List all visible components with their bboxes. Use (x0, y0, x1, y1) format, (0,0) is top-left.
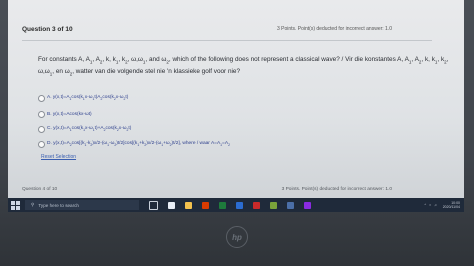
volume-icon[interactable]: ♫ (434, 203, 437, 207)
option-d-radio[interactable] (38, 140, 45, 148)
option-c-radio[interactable] (38, 125, 45, 133)
option-b-label[interactable]: B. y(x,t)=Acos(kx-ωt) (47, 112, 92, 117)
task-view-icon[interactable] (149, 200, 158, 210)
option-a[interactable]: A. y(x,t)=A1cos(k1x-ω1t)A2cos(k2x-ω2t) (38, 93, 128, 103)
edge-icon[interactable] (168, 201, 175, 209)
next-question-header: Question 4 of 10 3 Points. Point(s) dedu… (22, 182, 432, 196)
taskbar-search-input[interactable]: ⚲ Type here to search (25, 200, 139, 210)
option-a-radio[interactable] (38, 94, 45, 102)
search-placeholder: Type here to search (38, 202, 79, 208)
option-b[interactable]: B. y(x,t)=Acos(kx-ωt) (38, 109, 92, 119)
wifi-icon[interactable]: ≈ (429, 203, 431, 207)
question-points: 3 Points. Point(s) deducted for incorrec… (276, 26, 392, 32)
option-d-label[interactable]: D. y(x,t)=A2cos[(k1-k2)x/2-(ω1-ω2)t/2]co… (47, 141, 230, 147)
option-c[interactable]: C. y(x,t)=A1cos(k1x-ω1t)+A2cos(k2x-ω2t) (38, 124, 131, 134)
teams-icon[interactable] (304, 201, 311, 209)
file-explorer-icon[interactable] (185, 201, 192, 209)
next-question-number: Question 4 of 10 (22, 186, 58, 192)
option-d[interactable]: D. y(x,t)=A2cos[(k1-k2)x/2-(ω1-ω2)t/2]co… (38, 139, 230, 149)
office-icon[interactable] (202, 201, 209, 209)
word-icon[interactable] (287, 201, 294, 209)
question-text: For constants A, A1, A2, k, k1, k2, ω,ω1… (38, 56, 449, 77)
next-question-points: 3 Points. Point(s) deducted for incorrec… (281, 186, 392, 192)
reset-selection-link[interactable]: Reset Selection (41, 154, 76, 160)
mail-icon[interactable] (236, 201, 243, 209)
option-a-label[interactable]: A. y(x,t)=A1cos(k1x-ω1t)A2cos(k2x-ω2t) (47, 95, 128, 101)
option-b-radio[interactable] (38, 110, 45, 118)
option-c-label[interactable]: C. y(x,t)=A1cos(k1x-ω1t)+A2cos(k2x-ω2t) (47, 126, 131, 132)
taskbar-clock[interactable]: 10:00 2020/11/04 (443, 201, 460, 209)
windows-taskbar: ⚲ Type here to search ^ ≈ ♫ 10:00 2020/1… (8, 198, 464, 212)
system-tray: ^ ≈ ♫ 10:00 2020/11/04 (425, 199, 460, 211)
browser-content: Question 3 of 10 3 Points. Point(s) dedu… (8, 0, 464, 212)
windows-start-icon[interactable] (11, 200, 21, 210)
search-icon: ⚲ (31, 202, 35, 207)
clock-date: 2020/11/04 (442, 205, 460, 209)
excel-icon[interactable] (219, 201, 226, 209)
question-header: Question 3 of 10 3 Points. Point(s) dedu… (22, 22, 432, 41)
chevron-up-icon[interactable]: ^ (425, 203, 427, 207)
app-icon[interactable] (270, 201, 277, 209)
chrome-icon[interactable] (253, 201, 260, 209)
question-number: Question 3 of 10 (22, 25, 73, 33)
hp-logo: hp (226, 226, 248, 248)
